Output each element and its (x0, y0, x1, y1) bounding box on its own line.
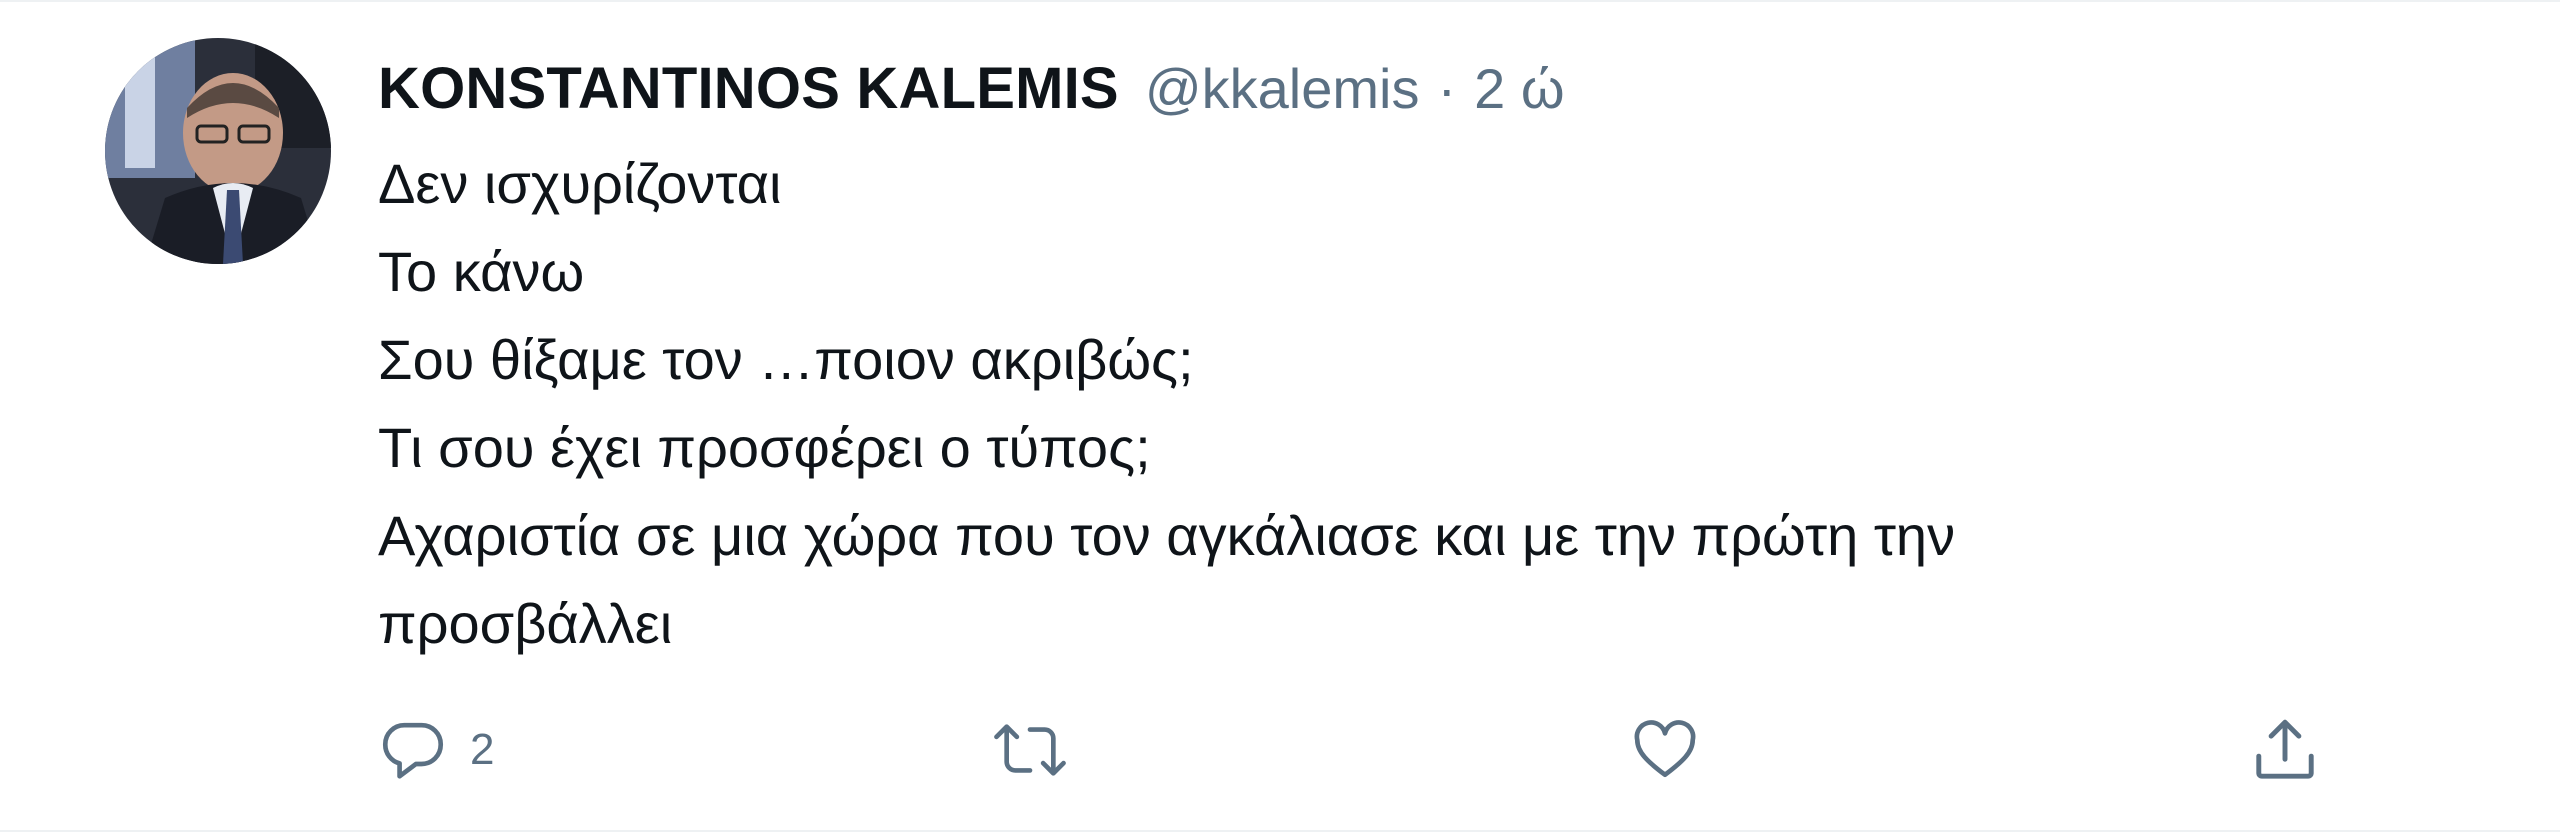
tweet-card[interactable]: KONSTANTINOS KALEMIS @kkalemis · 2 ώ Δεν… (0, 0, 2560, 840)
retweet-icon (994, 724, 1066, 776)
tweet-line: προσβάλλει (378, 592, 673, 655)
reply-button[interactable]: 2 (378, 700, 494, 800)
divider (0, 830, 2560, 832)
retweet-button[interactable] (990, 700, 1070, 800)
tweet-line: Σου θίξαμε τον …ποιον ακριβώς; (378, 328, 1194, 391)
avatar-photo (105, 38, 331, 264)
action-bar: 2 (378, 700, 2358, 800)
heart-icon (1634, 720, 1696, 778)
reply-count: 2 (470, 725, 495, 774)
tweet-line: Αχαριστία σε μια χώρα που τον αγκάλιασε … (378, 504, 1956, 567)
share-icon (2256, 719, 2314, 779)
reply-icon (382, 722, 444, 779)
timestamp[interactable]: 2 ώ (1474, 56, 1564, 121)
divider (0, 0, 2560, 2)
author-handle[interactable]: @kkalemis (1145, 56, 1420, 121)
tweet-line: Τι σου έχει προσφέρει ο τύπος; (378, 416, 1151, 479)
tweet-line: Το κάνω (378, 240, 585, 303)
tweet-text: Δεν ισχυρίζονται Το κάνω Σου θίξαμε τον … (378, 140, 2428, 668)
separator-dot: · (1437, 56, 1457, 120)
tweet-line: Δεν ισχυρίζονται (378, 152, 782, 215)
like-button[interactable] (1628, 700, 1702, 800)
avatar[interactable] (105, 38, 331, 264)
author-name[interactable]: KONSTANTINOS KALEMIS (378, 55, 1119, 122)
tweet-header: KONSTANTINOS KALEMIS @kkalemis · 2 ώ (378, 46, 1565, 130)
share-button[interactable] (2248, 700, 2322, 800)
